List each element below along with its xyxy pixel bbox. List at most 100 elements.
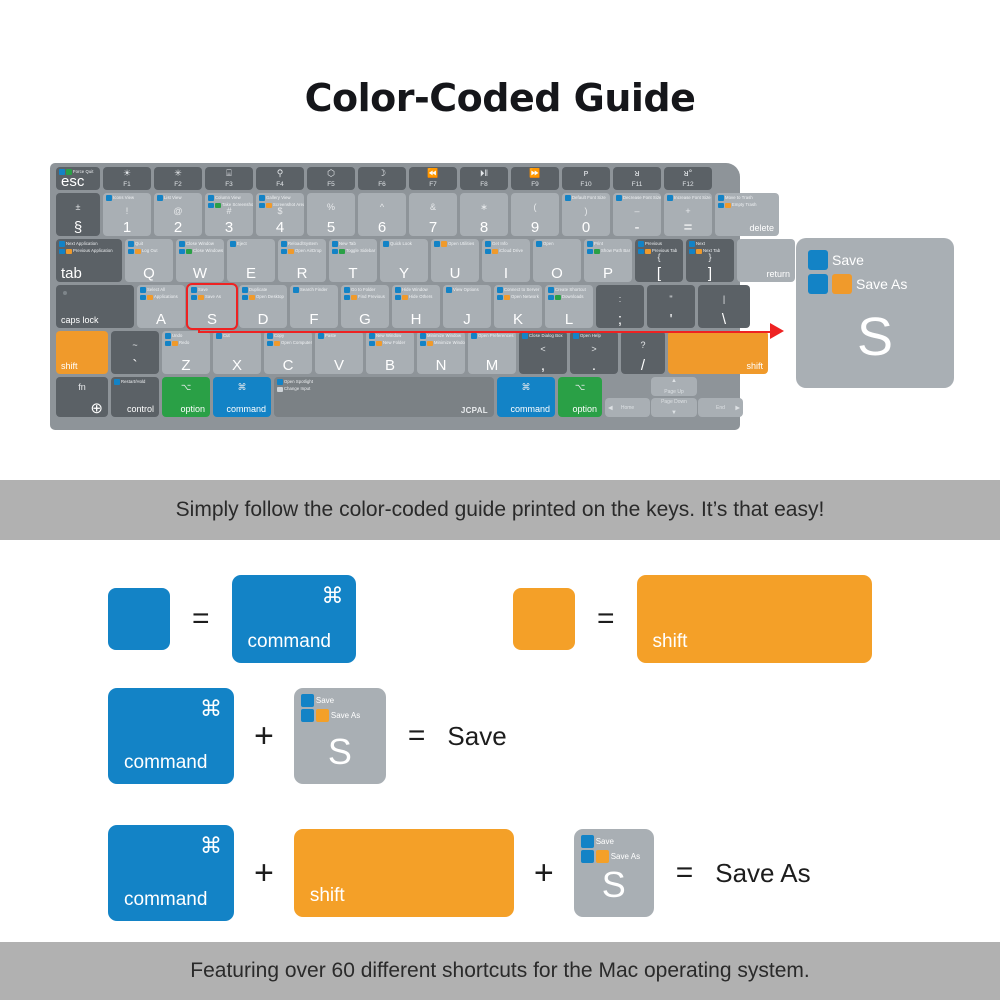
key-shift-right[interactable]: shift (668, 331, 768, 374)
key-p[interactable]: Print Show Path Bar P (584, 239, 632, 282)
key-5[interactable]: % 5 (307, 193, 355, 236)
chip-shift-2[interactable]: shift (293, 829, 514, 917)
key-f3[interactable]: ⌸ F3 (205, 167, 253, 190)
key-secondary-glyph: ± (75, 202, 81, 212)
key-comma[interactable]: Close Dialog Box <, (519, 331, 567, 374)
key-r[interactable]: Reload/System Open AirDrop R (278, 239, 326, 282)
key-d[interactable]: Duplicate Open Desktop D (239, 285, 287, 328)
key-equal[interactable]: Increase Font Size + = (664, 193, 712, 236)
key-arrow-right[interactable]: ▶ End (698, 398, 743, 417)
key-space[interactable]: Open Spotlight Change Input JCPAL (274, 377, 494, 417)
chip-command-label: command (247, 631, 331, 652)
key-w[interactable]: Close Window Close Windows W (176, 239, 224, 282)
key-delete[interactable]: Move to Trash Empty Trash delete (715, 193, 779, 236)
key-h[interactable]: Hide Window Hide Others H (392, 285, 440, 328)
key-minus[interactable]: Decrease Font Size – - (613, 193, 661, 236)
key-9[interactable]: (9 (511, 193, 559, 236)
key-i[interactable]: Get Info iCloud Drive I (482, 239, 530, 282)
key-e[interactable]: Eject E (227, 239, 275, 282)
key-tag-label: Show Path Bar (601, 248, 631, 254)
keyboard-diagram[interactable]: Force Quit esc ☀ F1 ✳ F2 ⌸ F3 ⚲ F4 ⬡ F5 ☽ F6 ⏪ F7 ⏵‖ F8 ⏩ F… (50, 163, 795, 430)
key-f10[interactable]: ᴘ F10 (562, 167, 610, 190)
key-2[interactable]: List View @2 (154, 193, 202, 236)
key-s[interactable]: Save Save As S (186, 283, 238, 330)
key-f9[interactable]: ⏩ F9 (511, 167, 559, 190)
key-j[interactable]: View Options J (443, 285, 491, 328)
key-tag-label: iCloud Drive (499, 248, 524, 254)
key-t[interactable]: New Tab Toggle Sidebar T (329, 239, 377, 282)
key-0[interactable]: Default Font Size) 0 (562, 193, 610, 236)
key-quote[interactable]: " ' (647, 285, 695, 328)
key-section[interactable]: ± § (56, 193, 100, 236)
key-b[interactable]: New Window New Folder B (366, 331, 414, 374)
key-tag: Print (587, 241, 630, 247)
chip-s-key-1[interactable]: Save Save As S (293, 688, 386, 784)
key-c[interactable]: Copy Open Computer C (264, 331, 312, 374)
swatch-blue (208, 195, 214, 201)
key-f11[interactable]: ᴚ F11 (613, 167, 661, 190)
chip-command-1[interactable]: ⌘ command (231, 575, 356, 663)
key-tags: Print Show Path Bar (587, 241, 630, 256)
key-period[interactable]: Open Help >. (570, 331, 618, 374)
key-control[interactable]: Restart/Hold control (111, 377, 159, 417)
key-z[interactable]: Undo Redo Z (162, 331, 210, 374)
key-f[interactable]: Search Finder F (290, 285, 338, 328)
key-f6[interactable]: ☽ F6 (358, 167, 406, 190)
key-f4[interactable]: ⚲ F4 (256, 167, 304, 190)
key-esc[interactable]: Force Quit esc (56, 167, 100, 190)
command-icon: ⌘ (200, 833, 222, 858)
key-bracket-left[interactable]: Previous Previous Tab{[ (635, 239, 683, 282)
fn-key-label: F7 (429, 180, 437, 188)
key-8[interactable]: ∗ 8 (460, 193, 508, 236)
key-f8[interactable]: ⏵‖ F8 (460, 167, 508, 190)
chip-command-3[interactable]: ⌘ command (108, 825, 234, 921)
key-backslash[interactable]: | \ (698, 285, 750, 328)
key-shift-left[interactable]: shift (56, 331, 108, 374)
chip-command-2[interactable]: ⌘ command (108, 688, 234, 784)
key-arrow-down[interactable]: Page Down ▼ (651, 398, 697, 417)
key-x[interactable]: Cut X (213, 331, 261, 374)
key-option-left[interactable]: ⌥ option (162, 377, 210, 417)
key-u[interactable]: Open Utilities U (431, 239, 479, 282)
key-g[interactable]: Go to Folder Find Previous G (341, 285, 389, 328)
key-o[interactable]: Open O (533, 239, 581, 282)
key-n[interactable]: Minimize Window Minimize Windows N (417, 331, 465, 374)
callout-line-label: Save As (856, 276, 908, 292)
key-label: H (410, 311, 422, 328)
key-f2[interactable]: ✳ F2 (154, 167, 202, 190)
key-arrow-up[interactable]: ▲ Page Up (651, 377, 697, 396)
key-l[interactable]: Create Shortcut Downloads L (545, 285, 593, 328)
key-tab[interactable]: Next Application Previous Application tab (56, 239, 122, 282)
chip-s-key-2[interactable]: Save Save As S (573, 829, 654, 917)
key-6[interactable]: ^ 6 (358, 193, 406, 236)
key-return[interactable]: return (737, 239, 795, 282)
key-k[interactable]: Connect to Server Open Network K (494, 285, 542, 328)
key-a[interactable]: Select All Applications A (137, 285, 185, 328)
key-semicolon[interactable]: :; (596, 285, 644, 328)
key-command-right[interactable]: ⌘ command (497, 377, 555, 417)
chip-shift-1[interactable]: shift (636, 575, 872, 663)
key-label: U (449, 265, 461, 282)
key-7[interactable]: & 7 (409, 193, 457, 236)
key-f12[interactable]: ᴚ° F12 (664, 167, 712, 190)
key-y[interactable]: Quick Look Y (380, 239, 428, 282)
key-m[interactable]: Open Preferences M (468, 331, 516, 374)
key-caps-lock[interactable]: caps lock (56, 285, 134, 328)
key-backtick[interactable]: ~ ` (111, 331, 159, 374)
key-f1[interactable]: ☀ F1 (103, 167, 151, 190)
key-fn-globe[interactable]: fn ⊕ (56, 377, 108, 417)
key-4[interactable]: Gallery View Screenshot Area $4 (256, 193, 304, 236)
key-f7[interactable]: ⏪ F7 (409, 167, 457, 190)
key-q[interactable]: Quit Log Out Q (125, 239, 173, 282)
key-bracket-right[interactable]: Next Next Tab}] (686, 239, 734, 282)
key-f5[interactable]: ⬡ F5 (307, 167, 355, 190)
key-3[interactable]: Column View Take Screenshot #3 (205, 193, 253, 236)
key-arrow-left[interactable]: ◀ Home (605, 398, 650, 417)
key-command-left[interactable]: ⌘ command (213, 377, 271, 417)
key-v[interactable]: Paste V (315, 331, 363, 374)
key-tag-label: Close Dialog Box (529, 332, 563, 338)
key-1[interactable]: Icons View! 1 (103, 193, 151, 236)
fn-key-icon: ⏩ (529, 168, 541, 178)
key-option-right[interactable]: ⌥ option (558, 377, 602, 417)
key-slash[interactable]: ? / (621, 331, 665, 374)
